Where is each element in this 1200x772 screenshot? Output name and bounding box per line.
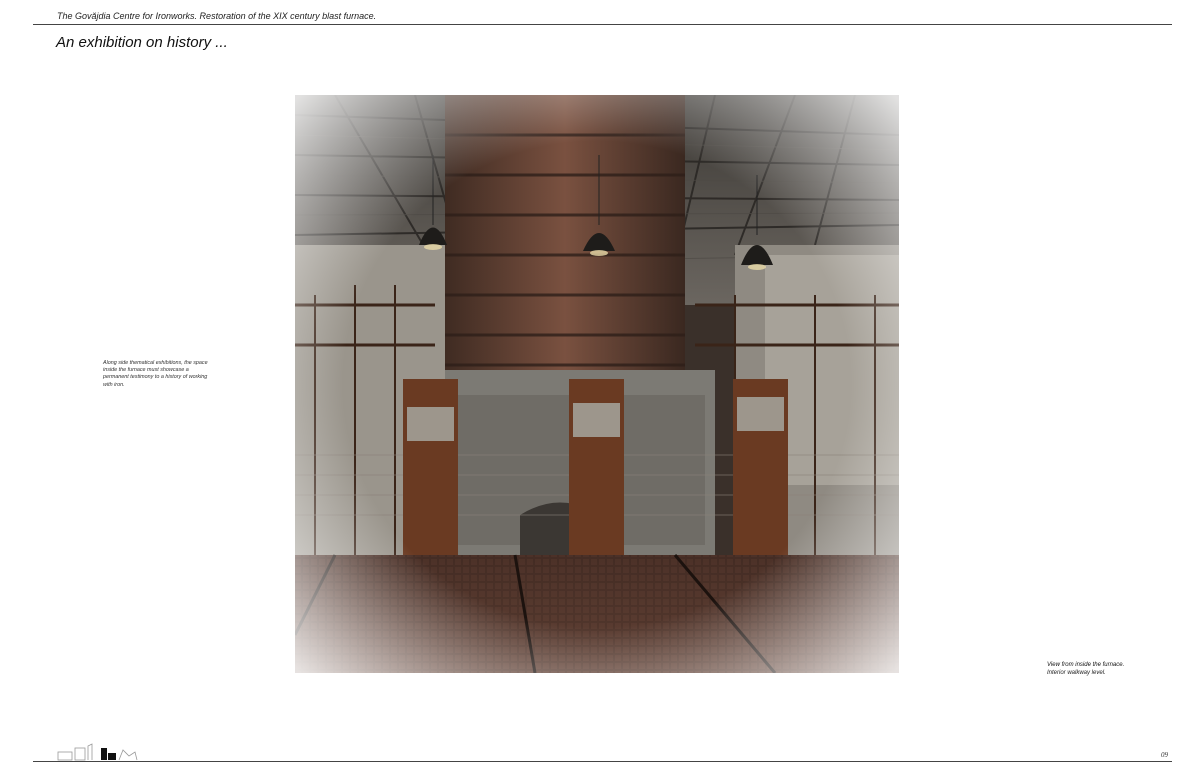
page-number: 09 bbox=[1161, 751, 1168, 759]
top-rule bbox=[33, 24, 1172, 25]
bottom-rule bbox=[33, 761, 1172, 762]
caption-right-line1: View from inside the furnace. bbox=[1047, 662, 1125, 668]
render-illustration bbox=[295, 95, 899, 673]
caption-left: Along side thematical exhibitions, the s… bbox=[103, 360, 208, 388]
site-thumbnail-strip-icon bbox=[57, 742, 141, 767]
caption-right-line2: Interior walkway level. bbox=[1047, 670, 1106, 676]
caption-right: View from inside the furnace. Interior w… bbox=[1047, 661, 1177, 677]
furnace-interior-render bbox=[295, 95, 899, 673]
page-title: An exhibition on history ... bbox=[56, 34, 228, 51]
running-title: The Govăjdia Centre for Ironworks. Resto… bbox=[57, 11, 377, 21]
